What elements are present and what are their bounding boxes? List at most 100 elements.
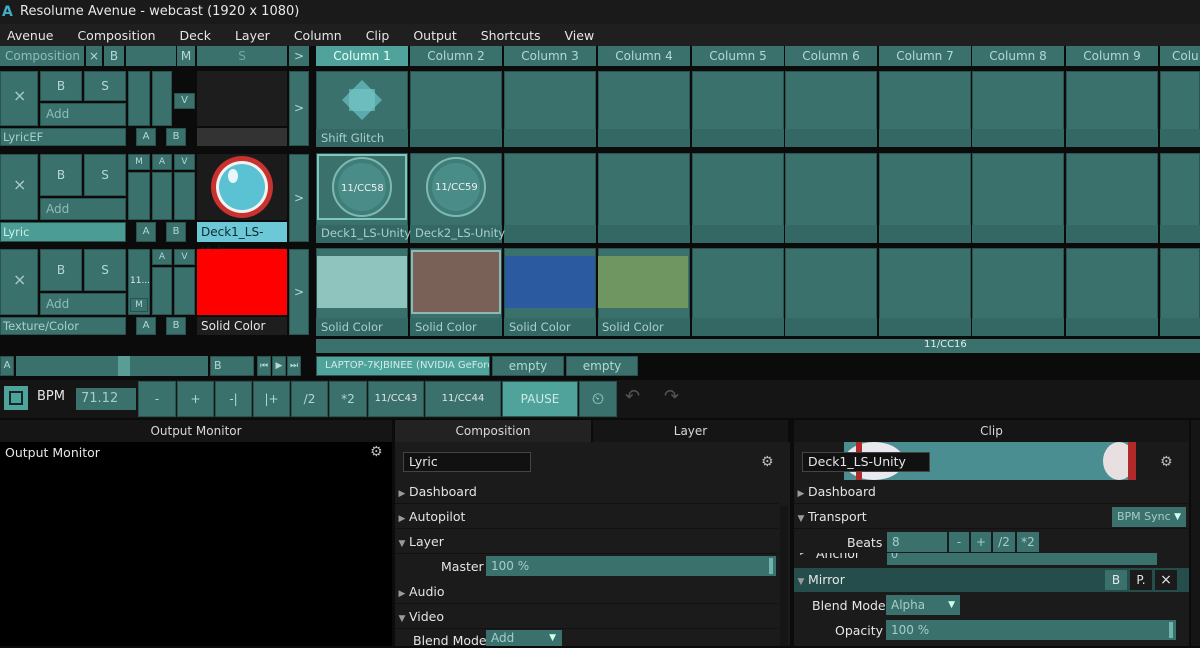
layer3-expand-button[interactable]: > — [289, 249, 309, 335]
menu-view[interactable]: View — [565, 28, 595, 43]
layer1-name-field[interactable]: LyricEF — [0, 128, 126, 146]
opacity-slider[interactable]: 100 % — [886, 620, 1176, 640]
section-dashboard[interactable]: ▶ Dashboard — [395, 480, 778, 504]
deck-next-icon[interactable]: ▶ — [272, 356, 286, 376]
layer2-video-button[interactable]: V — [174, 154, 195, 170]
deck-scroll-bar[interactable] — [16, 356, 208, 376]
bpm-sync-select[interactable]: BPM Sync ▼ — [1112, 507, 1186, 527]
column-header-6[interactable]: Column 6 — [785, 46, 877, 66]
layer3-fader-3[interactable] — [174, 267, 195, 315]
layer3-video-button[interactable]: V — [174, 249, 195, 265]
cc44-button[interactable]: 11/CC44 — [425, 381, 501, 417]
tab-composition[interactable]: Composition — [395, 420, 591, 442]
layer1-video-button[interactable]: V — [174, 93, 195, 109]
mirror-preset-button[interactable]: P. — [1130, 570, 1152, 590]
composition-clear-button[interactable]: × — [86, 46, 102, 66]
layer3-clear-button[interactable]: × — [0, 249, 38, 315]
deck-a-button[interactable]: A — [0, 356, 14, 376]
column-header-7[interactable]: Column 7 — [879, 46, 971, 66]
mirror-bypass-button[interactable]: B — [1105, 570, 1127, 590]
clip-solid-color-4[interactable] — [598, 256, 688, 308]
composition-button[interactable]: Composition — [0, 46, 84, 66]
deck-b-button[interactable]: B — [210, 356, 254, 376]
layer2-audio-button[interactable]: A — [152, 154, 172, 170]
anchor-slider[interactable]: 0 — [887, 553, 1157, 565]
menu-clip[interactable]: Clip — [366, 28, 390, 43]
menu-composition[interactable]: Composition — [77, 28, 155, 43]
layer2-b-button[interactable]: B — [166, 222, 186, 242]
bpm-minus-button[interactable]: - — [138, 381, 176, 417]
beats-field[interactable]: 8 — [887, 532, 947, 552]
bpm-double-button[interactable]: *2 — [329, 381, 367, 417]
composition-expand-button[interactable]: > — [289, 46, 309, 66]
master-slider[interactable]: 100 % — [486, 556, 776, 576]
beats-plus-button[interactable]: + — [971, 532, 991, 552]
menu-avenue[interactable]: Avenue — [7, 28, 53, 43]
clip-solid-color-2[interactable] — [411, 250, 501, 314]
layer1-a-button[interactable]: A — [136, 128, 156, 146]
gear-icon[interactable]: ⚙ — [1160, 454, 1173, 470]
bpm-field[interactable]: 71.12 — [76, 388, 136, 410]
clip-solid-color-1[interactable] — [317, 256, 407, 308]
layer1-fader[interactable] — [128, 71, 150, 126]
section-video[interactable]: ▼ Video — [395, 605, 778, 629]
deck-scroll-thumb[interactable] — [118, 356, 130, 376]
undo-icon[interactable]: ↶ — [625, 386, 640, 407]
mirror-remove-button[interactable]: × — [1155, 570, 1177, 590]
composition-solo-button[interactable]: S — [197, 46, 287, 66]
layout-icon[interactable] — [4, 386, 28, 410]
clip-shift-glitch-thumb[interactable] — [317, 72, 407, 127]
layer1-solo-button[interactable]: S — [84, 71, 126, 101]
deck-tab-2[interactable]: empty — [492, 356, 564, 376]
layer1-b-button[interactable]: B — [166, 128, 186, 146]
layer2-expand-button[interactable]: > — [289, 154, 309, 242]
deck-tab-1[interactable]: LAPTOP-7KJBINEE (NVIDIA GeForce ... — [316, 356, 490, 376]
deck-first-icon[interactable]: ⏮ — [257, 356, 271, 376]
column-trigger-bar[interactable]: 11/CC16 — [316, 339, 1200, 353]
menu-layer[interactable]: Layer — [235, 28, 270, 43]
bpm-half-button[interactable]: /2 — [291, 381, 328, 417]
layer2-solo-button[interactable]: S — [84, 154, 126, 196]
layer2-a-button[interactable]: A — [136, 222, 156, 242]
column-header-5[interactable]: Column 5 — [692, 46, 784, 66]
redo-icon[interactable]: ↷ — [664, 386, 679, 407]
section-layer[interactable]: ▼ Layer — [395, 530, 778, 554]
nudge-forward-button[interactable]: |+ — [253, 381, 290, 417]
layer2-add-effect[interactable]: Add — [40, 198, 126, 220]
nudge-back-button[interactable]: -| — [215, 381, 252, 417]
beats-half-button[interactable]: /2 — [993, 532, 1015, 552]
clip-solid-color-3[interactable] — [505, 256, 595, 308]
layer1-bypass-button[interactable]: B — [40, 71, 82, 101]
layer2-mute-button[interactable]: M — [128, 154, 150, 170]
layer3-add-effect[interactable]: Add — [40, 293, 126, 315]
pause-button[interactable]: PAUSE — [502, 381, 578, 417]
clip-name-field[interactable]: Deck1_LS-Unity — [802, 452, 930, 472]
layer3-name-field[interactable]: Texture/Color — [0, 317, 126, 335]
composition-bypass-button[interactable]: B — [104, 46, 124, 66]
column-header-4[interactable]: Column 4 — [598, 46, 690, 66]
layer2-fader-3[interactable] — [174, 172, 195, 220]
menu-shortcuts[interactable]: Shortcuts — [481, 28, 541, 43]
section-autopilot[interactable]: ▶ Autopilot — [395, 505, 778, 529]
column-header-2[interactable]: Column 2 — [410, 46, 502, 66]
menu-output[interactable]: Output — [413, 28, 456, 43]
menu-column[interactable]: Column — [294, 28, 342, 43]
column-header-3[interactable]: Column 3 — [504, 46, 596, 66]
column-header-10[interactable]: Colu — [1160, 46, 1200, 66]
menu-deck[interactable]: Deck — [180, 28, 211, 43]
layer2-fader-2[interactable] — [152, 172, 172, 220]
layer3-solo-button[interactable]: S — [84, 249, 126, 291]
column-header-9[interactable]: Column 9 — [1066, 46, 1158, 66]
slider-handle[interactable] — [1169, 622, 1173, 638]
composition-name-field[interactable]: Lyric — [403, 452, 531, 472]
clip-blend-mode-select[interactable]: Alpha ▼ — [886, 595, 960, 615]
section-audio[interactable]: ▶ Audio — [395, 580, 778, 604]
layer1-fader-2[interactable] — [152, 71, 172, 126]
bpm-plus-button[interactable]: + — [177, 381, 214, 417]
clip-deck2-unity[interactable]: 11/CC59 — [411, 154, 501, 220]
deck-last-icon[interactable]: ⏭ — [287, 356, 301, 376]
column-header-8[interactable]: Column 8 — [972, 46, 1064, 66]
layer2-bypass-button[interactable]: B — [40, 154, 82, 196]
gear-icon[interactable]: ⚙ — [370, 444, 383, 460]
layer3-b-button[interactable]: B — [166, 317, 186, 335]
